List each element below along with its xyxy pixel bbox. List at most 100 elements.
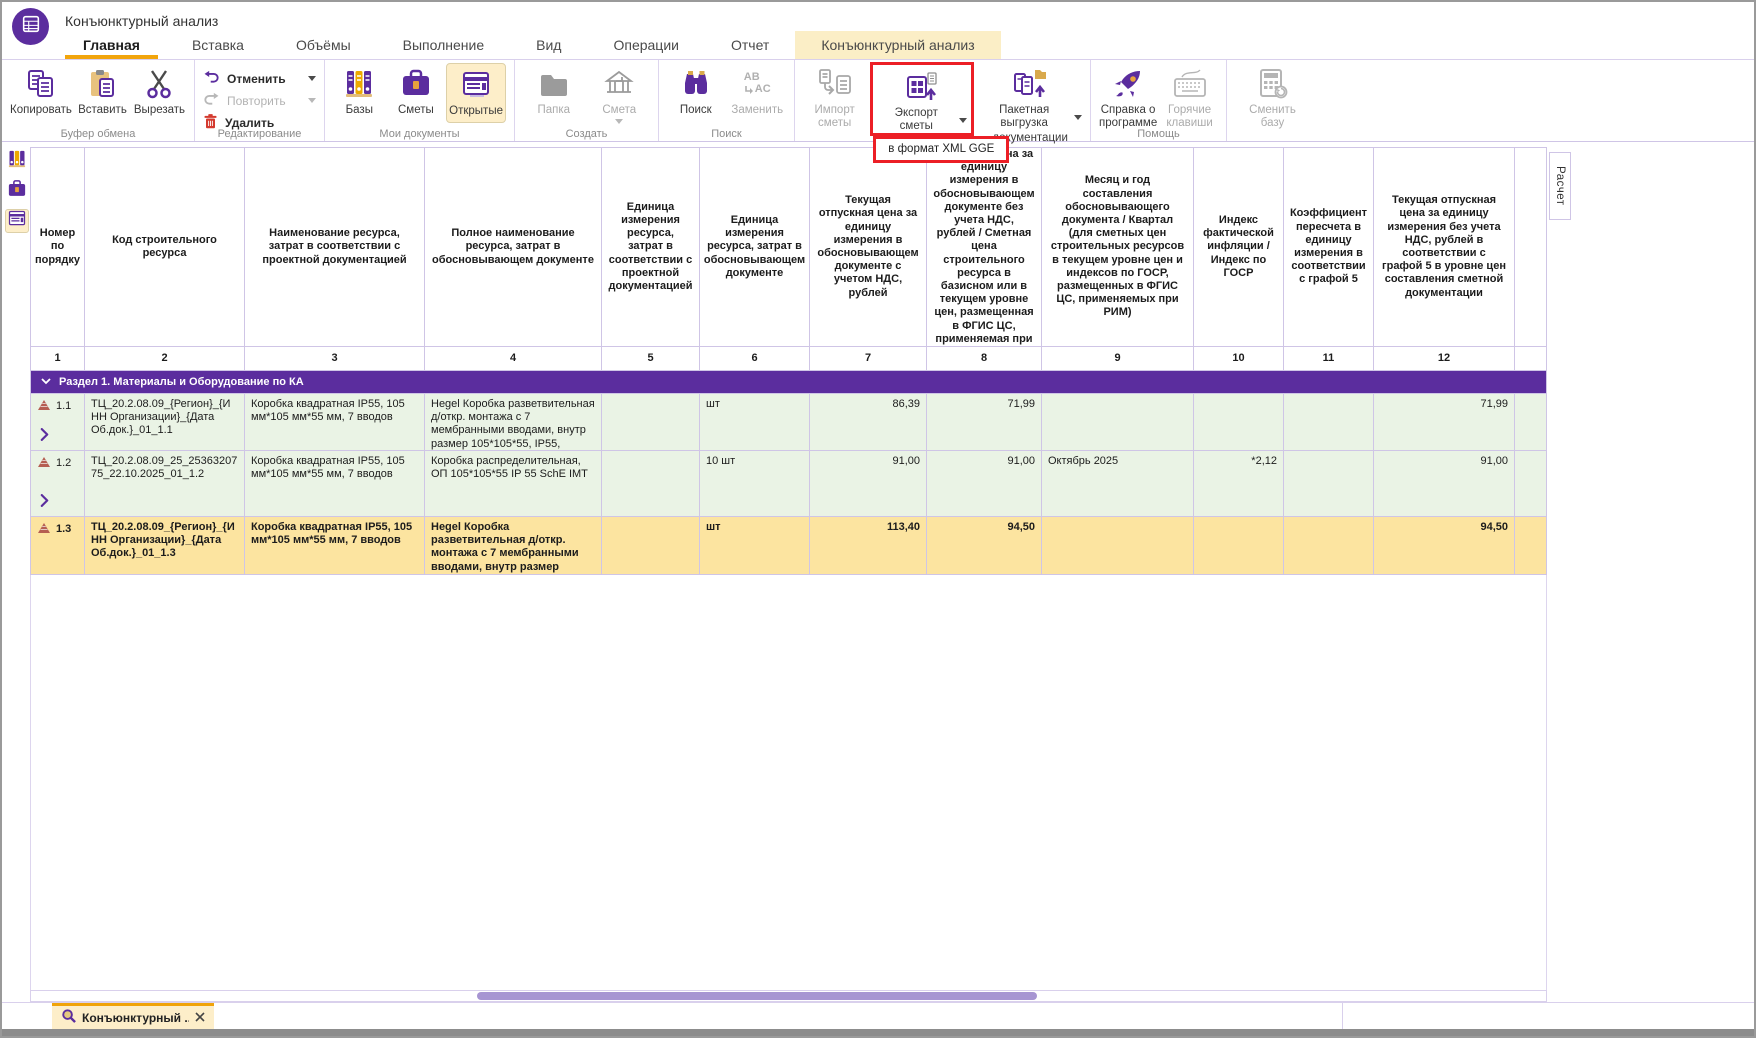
unit-doc-cell[interactable]: шт <box>700 517 810 575</box>
copy-button[interactable]: Копировать <box>10 63 72 117</box>
column-header-10[interactable]: Индекс фактической инфляции / Индекс по … <box>1194 147 1284 347</box>
column-header-5[interactable]: Единица измерения ресурса, затрат в соот… <box>602 147 700 347</box>
column-header-6[interactable]: Единица измерения ресурса, затрат в обос… <box>700 147 810 347</box>
batch-upload-button[interactable]: Пакетная выгрузка документации <box>978 63 1082 146</box>
row-number-cell[interactable]: 1.3 <box>31 517 85 575</box>
resource-code-cell[interactable]: ТЦ_20.2.08.09_{Регион}_{ИНН Организации}… <box>85 517 245 575</box>
price-with-vat-cell[interactable]: 86,39 <box>810 394 927 451</box>
conversion-coef-cell[interactable] <box>1284 517 1374 575</box>
final-price-cell[interactable]: 91,00 <box>1374 451 1515 517</box>
resource-code-cell[interactable]: ТЦ_20.2.08.09_25_2536320775_22.10.2025_0… <box>85 451 245 517</box>
mini-opened-button[interactable] <box>5 209 29 233</box>
unit-project-cell[interactable] <box>602 517 700 575</box>
tab-konyunkturny-analiz[interactable]: Конъюнктурный анализ <box>795 31 1000 59</box>
estimate-button[interactable]: Смета <box>589 63 651 124</box>
opened-button[interactable]: Открытые <box>446 63 506 123</box>
folder-icon <box>538 66 570 102</box>
undo-button[interactable]: Отменить <box>203 70 316 87</box>
bases-button[interactable]: Базы <box>333 63 386 117</box>
column-header-8[interactable]: Текущая отпускная цена за единицу измере… <box>927 147 1042 347</box>
table-row[interactable]: 1.1 ТЦ_20.2.08.09_{Регион}_{ИНН Организа… <box>31 394 1547 451</box>
resource-code-cell[interactable]: ТЦ_20.2.08.09_{Регион}_{ИНН Организации}… <box>85 394 245 451</box>
paste-icon <box>86 66 118 102</box>
tab-vstavka[interactable]: Вставка <box>166 31 270 59</box>
inflation-index-cell[interactable]: *2,12 <box>1194 451 1284 517</box>
row-expander-icon[interactable] <box>40 494 49 511</box>
tab-vypolnenie[interactable]: Выполнение <box>377 31 510 59</box>
table-row[interactable]: 1.2 ТЦ_20.2.08.09_25_2536320775_22.10.20… <box>31 451 1547 517</box>
row-number-cell[interactable]: 1.2 <box>31 451 85 517</box>
mini-bases-button[interactable] <box>5 149 29 173</box>
price-no-vat-cell[interactable]: 94,50 <box>927 517 1042 575</box>
column-header-1[interactable]: Номер по порядку <box>31 147 85 347</box>
column-header-4[interactable]: Полное наименование ресурса, затрат в об… <box>425 147 602 347</box>
paste-button[interactable]: Вставить <box>76 63 129 117</box>
doc-month-cell[interactable]: Октябрь 2025 <box>1042 451 1194 517</box>
horizontal-scrollbar[interactable] <box>30 990 1547 1002</box>
replace-button[interactable]: ABAC Заменить <box>729 63 787 117</box>
table-row-selected[interactable]: 1.3 ТЦ_20.2.08.09_{Регион}_{ИНН Организа… <box>31 517 1547 575</box>
column-number: 1 <box>31 347 85 371</box>
close-icon[interactable] <box>195 1009 205 1027</box>
tab-vid[interactable]: Вид <box>510 31 587 59</box>
price-no-vat-cell[interactable]: 71,99 <box>927 394 1042 451</box>
doc-month-cell[interactable] <box>1042 517 1194 575</box>
row-expander-icon[interactable] <box>40 428 49 445</box>
resource-name-cell[interactable]: Коробка квадратная IP55, 105 мм*105 мм*5… <box>245 451 425 517</box>
mini-estimates-button[interactable] <box>5 179 29 203</box>
import-estimate-button[interactable]: Импорт сметы <box>803 63 866 130</box>
cut-button[interactable]: Вырезать <box>133 63 186 117</box>
conversion-coef-cell[interactable] <box>1284 394 1374 451</box>
resource-name-cell[interactable]: Коробка квадратная IP55, 105 мм*105 мм*5… <box>245 517 425 575</box>
doc-month-cell[interactable] <box>1042 394 1194 451</box>
chevron-down-icon[interactable] <box>41 376 51 388</box>
document-tab[interactable]: Конъюнктурный ... <box>52 1003 214 1030</box>
unit-doc-cell[interactable]: шт <box>700 394 810 451</box>
inflation-index-cell[interactable] <box>1194 517 1284 575</box>
extra-cell[interactable] <box>1515 394 1547 451</box>
conversion-coef-cell[interactable] <box>1284 451 1374 517</box>
export-xml-gge-menu-item[interactable]: в формат XML GGE <box>873 136 1009 163</box>
unit-project-cell[interactable] <box>602 451 700 517</box>
estimates-button[interactable]: Сметы <box>390 63 443 117</box>
extra-cell[interactable] <box>1515 517 1547 575</box>
full-name-cell[interactable]: Hegel Коробка разветвительная д/откр. мо… <box>425 394 602 451</box>
tab-glavnaya[interactable]: Главная <box>57 31 166 59</box>
tab-operacii[interactable]: Операции <box>587 31 705 59</box>
column-number: 2 <box>85 347 245 371</box>
scrollbar-thumb[interactable] <box>477 992 1037 1000</box>
full-name-cell[interactable]: Коробка распределительная, ОП 105*105*55… <box>425 451 602 517</box>
section-header-row[interactable]: Раздел 1. Материалы и Оборудование по КА <box>31 371 1547 394</box>
search-button[interactable]: Поиск <box>667 63 725 117</box>
column-header-12[interactable]: Текущая отпускная цена за единицу измере… <box>1374 147 1515 347</box>
inflation-index-cell[interactable] <box>1194 394 1284 451</box>
export-caret-icon[interactable] <box>959 118 967 123</box>
price-with-vat-cell[interactable]: 113,40 <box>810 517 927 575</box>
row-number-cell[interactable]: 1.1 <box>31 394 85 451</box>
column-header-11[interactable]: Коэффициент пересчета в единицу измерени… <box>1284 147 1374 347</box>
extra-cell[interactable] <box>1515 451 1547 517</box>
final-price-cell[interactable]: 94,50 <box>1374 517 1515 575</box>
final-price-cell[interactable]: 71,99 <box>1374 394 1515 451</box>
price-with-vat-cell[interactable]: 91,00 <box>810 451 927 517</box>
folder-button[interactable]: Папка <box>523 63 585 117</box>
column-header-7[interactable]: Текущая отпускная цена за единицу измере… <box>810 147 927 347</box>
price-no-vat-cell[interactable]: 91,00 <box>927 451 1042 517</box>
side-tab-calculation[interactable]: Расчет <box>1549 152 1571 220</box>
unit-doc-cell[interactable]: 10 шт <box>700 451 810 517</box>
export-estimate-button[interactable]: Экспорт сметы <box>877 66 967 133</box>
full-name-cell[interactable]: Hegel Коробка разветвительная д/откр. мо… <box>425 517 602 575</box>
column-header-9[interactable]: Месяц и год составления обосновывающего … <box>1042 147 1194 347</box>
column-header-3[interactable]: Наименование ресурса, затрат в соответст… <box>245 147 425 347</box>
resource-name-cell[interactable]: Коробка квадратная IP55, 105 мм*105 мм*5… <box>245 394 425 451</box>
hotkeys-button[interactable]: Горячие клавиши <box>1161 63 1218 130</box>
tab-otchet[interactable]: Отчет <box>705 31 795 59</box>
help-about-button[interactable]: Справка о программе <box>1099 63 1157 130</box>
unit-project-cell[interactable] <box>602 394 700 451</box>
batch-caret-icon[interactable] <box>1074 115 1082 120</box>
change-base-button[interactable]: Сменить базу <box>1242 63 1304 130</box>
redo-button[interactable]: Повторить <box>203 92 316 109</box>
undo-caret-icon[interactable] <box>308 76 316 81</box>
tab-obyomy[interactable]: Объёмы <box>270 31 377 59</box>
column-header-2[interactable]: Код строительного ресурса <box>85 147 245 347</box>
